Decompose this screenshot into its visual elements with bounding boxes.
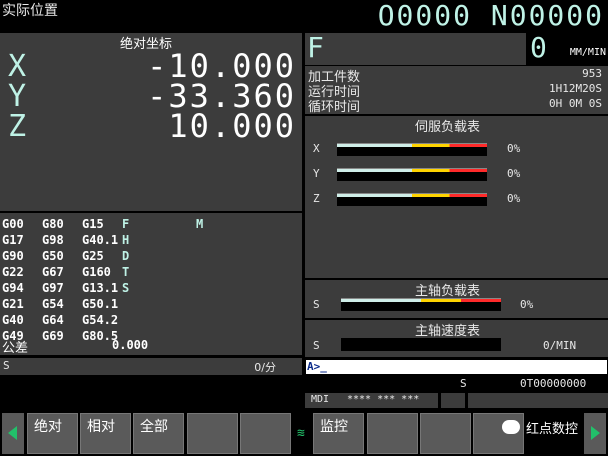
gcode-cell: G54.2 bbox=[82, 313, 119, 327]
gcode-cell: G69 bbox=[42, 329, 64, 343]
gcode-extra: M bbox=[196, 217, 204, 231]
softkey-2[interactable]: 相对 bbox=[80, 413, 131, 454]
spindle-load-percent: 0% bbox=[520, 298, 534, 311]
servo-z-label: Z bbox=[313, 192, 320, 205]
servo-x-bar bbox=[337, 143, 487, 156]
gcode-cell: G13.1 bbox=[82, 281, 119, 295]
gcode-cell: G22 bbox=[2, 265, 24, 279]
softkey-page-icon[interactable]: ≋ bbox=[293, 413, 313, 454]
softkey-left-arrow[interactable] bbox=[2, 413, 24, 454]
spindle-load-label: S bbox=[313, 298, 320, 311]
spindle-load-title: 主轴负载表 bbox=[415, 284, 481, 299]
spindle-speed-value: 0/MIN bbox=[543, 339, 577, 352]
gcode-cell: G90 bbox=[2, 249, 24, 263]
gcode-cell: S bbox=[122, 281, 130, 295]
spindle-load-bar bbox=[341, 298, 501, 311]
cycle-time-label: 循环时间 bbox=[308, 100, 361, 115]
layers-icon: ≋ bbox=[297, 426, 305, 441]
gcode-cell: G15 bbox=[82, 217, 104, 231]
softkey-5[interactable] bbox=[240, 413, 291, 454]
watermark: 红点数控 bbox=[502, 418, 590, 440]
softkey-3[interactable]: 全部 bbox=[133, 413, 184, 454]
tolerance-label: 公差 bbox=[2, 341, 29, 356]
gcode-cell: G64 bbox=[42, 313, 64, 327]
triangle-left-icon bbox=[8, 426, 17, 440]
cycle-time-value: 0H 0M 0S bbox=[549, 97, 602, 110]
servo-load-title: 伺服负载表 bbox=[415, 120, 481, 135]
feed-label: F bbox=[307, 31, 324, 64]
softkey-4[interactable] bbox=[187, 413, 238, 454]
spindle-load-panel: 主轴负载表 S 0% bbox=[305, 280, 608, 318]
gcode-cell: F bbox=[122, 217, 130, 231]
tool-number: 0T00000000 bbox=[520, 377, 587, 390]
gcode-cell: G00 bbox=[2, 217, 24, 231]
gcode-cell: T bbox=[122, 265, 130, 279]
gcode-cell: H bbox=[122, 233, 130, 247]
feed-unit: MM/MIN bbox=[569, 47, 606, 58]
spindle-speed-bar bbox=[341, 338, 501, 351]
servo-z-percent: 0% bbox=[507, 192, 521, 205]
mode-label: MDI bbox=[311, 394, 330, 405]
spindle-speed-label: S bbox=[313, 339, 320, 352]
gcode-cell: G40 bbox=[2, 313, 24, 327]
status-slot-2 bbox=[468, 393, 608, 408]
feed-panel: F 0 MM/MIN bbox=[305, 31, 608, 65]
gcode-cell: G25 bbox=[82, 249, 104, 263]
s-indicator: S bbox=[460, 377, 467, 390]
servo-z-bar bbox=[337, 193, 487, 206]
servo-y-bar bbox=[337, 168, 487, 181]
spindle-speed-title: 主轴速度表 bbox=[415, 324, 481, 339]
servo-x-percent: 0% bbox=[507, 142, 521, 155]
gcode-cell: G17 bbox=[2, 233, 24, 247]
axis-z-label: Z bbox=[8, 109, 29, 144]
feed-value-box: 0 MM/MIN bbox=[526, 31, 608, 65]
screen-title: 实际位置 bbox=[2, 3, 58, 19]
gcode-cell: G21 bbox=[2, 297, 24, 311]
servo-x-label: X bbox=[313, 142, 320, 155]
servo-y-label: Y bbox=[313, 167, 320, 180]
command-input[interactable]: A>_ bbox=[305, 359, 608, 375]
gcode-cell: G40.1 bbox=[82, 233, 119, 247]
spindle-status-bar: S 0/分 bbox=[0, 358, 302, 375]
axis-z-value: 10.000 bbox=[168, 107, 296, 145]
servo-y-percent: 0% bbox=[507, 167, 521, 180]
status-slot-1 bbox=[441, 393, 465, 408]
feed-value: 0 bbox=[530, 31, 547, 64]
gcode-cell: G50.1 bbox=[82, 297, 119, 311]
gcode-cell: G67 bbox=[42, 265, 64, 279]
gcode-cell: D bbox=[122, 249, 130, 263]
gcode-cell: G94 bbox=[2, 281, 24, 295]
gcode-cell: G54 bbox=[42, 297, 64, 311]
parts-value: 953 bbox=[582, 67, 602, 80]
spindle-status-label: S bbox=[3, 359, 10, 372]
gcode-cell: G97 bbox=[42, 281, 64, 295]
gcode-cell: G80 bbox=[42, 217, 64, 231]
softkey-6[interactable]: 监控 bbox=[313, 413, 364, 454]
program-number: O0000 N00000 bbox=[377, 0, 604, 32]
softkey-8[interactable] bbox=[420, 413, 471, 454]
gcode-cell: G50 bbox=[42, 249, 64, 263]
position-panel: 绝对坐标 X -10.000 Y -33.360 Z 10.000 bbox=[0, 33, 302, 211]
gcode-cell: G160 bbox=[82, 265, 111, 279]
spindle-speed-panel: 主轴速度表 S 0/MIN bbox=[305, 320, 608, 357]
gcode-panel: M G00 G80 G15 F G17 G98 G40.1 H G90 G50 G25 D G22 G67… bbox=[0, 213, 302, 356]
counters-panel: 加工件数 953 运行时间 1H12M20S 循环时间 0H 0M 0S bbox=[305, 66, 608, 115]
softkey-1[interactable]: 绝对 bbox=[27, 413, 78, 454]
servo-load-panel: 伺服负载表 X 0% Y 0% Z 0% bbox=[305, 116, 608, 278]
spindle-status-value: 0/分 bbox=[254, 361, 276, 374]
softkey-7[interactable] bbox=[367, 413, 418, 454]
watermark-text: 红点数控 bbox=[526, 422, 579, 437]
mode-stars: **** *** *** bbox=[347, 394, 420, 405]
tolerance-value: 0.000 bbox=[112, 338, 149, 352]
gcode-cell: G98 bbox=[42, 233, 64, 247]
mode-box: MDI **** *** *** bbox=[305, 393, 438, 408]
wechat-icon bbox=[502, 420, 520, 434]
run-time-value: 1H12M20S bbox=[549, 82, 602, 95]
triangle-right-icon bbox=[591, 426, 600, 440]
command-prompt: A>_ bbox=[307, 360, 327, 373]
